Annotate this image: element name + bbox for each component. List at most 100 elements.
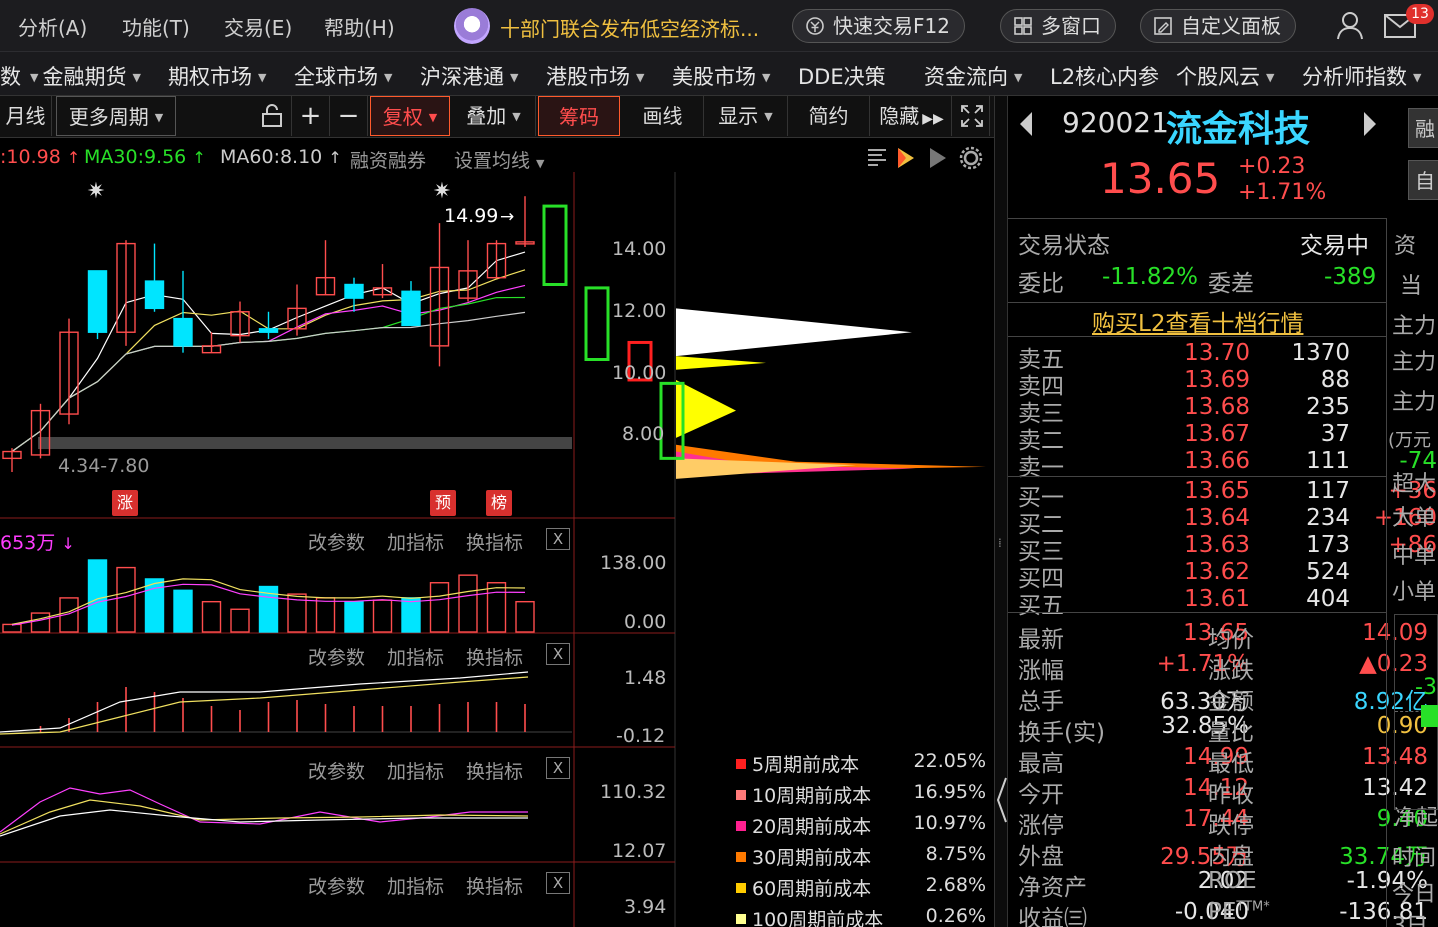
stat-label: 外盘 bbox=[1018, 844, 1064, 870]
lock-button[interactable] bbox=[252, 96, 292, 136]
collapse-arrow-icon[interactable] bbox=[996, 776, 1008, 824]
l2-link[interactable]: 购买L2查看十档行情 bbox=[1092, 304, 1303, 338]
nav-item[interactable]: 全球市场 ▼ bbox=[294, 61, 392, 91]
swap-indicator-button[interactable]: 换指标 bbox=[466, 643, 523, 670]
close-pane-button[interactable]: X bbox=[546, 757, 570, 779]
add-indicator-button[interactable]: 加指标 bbox=[387, 757, 444, 784]
volume-bar bbox=[344, 600, 364, 633]
nav-item[interactable]: 数 bbox=[0, 61, 21, 91]
fund-flow-label: 主力 bbox=[1392, 350, 1437, 375]
cost-legend-row: 30周期前成本 8.75% bbox=[736, 843, 986, 870]
nav-item[interactable]: 沪深港通 ▼ bbox=[420, 61, 518, 91]
period-button[interactable]: 月线 bbox=[0, 96, 52, 136]
book-price: 13.65 bbox=[1184, 478, 1250, 504]
robot-icon[interactable] bbox=[454, 8, 490, 44]
stat-label: 涨幅 bbox=[1018, 658, 1064, 684]
macd-signal bbox=[0, 676, 529, 735]
close-pane-button[interactable]: X bbox=[546, 643, 570, 665]
bang-badge[interactable]: 榜 bbox=[486, 490, 512, 516]
nav-item[interactable]: DDE决策 bbox=[798, 61, 886, 91]
low-label: 4.34-7.80 bbox=[58, 455, 149, 477]
net-flow-value: -35 bbox=[1415, 675, 1438, 700]
chip-tools bbox=[868, 146, 983, 170]
multi-window-button[interactable]: 多窗口 bbox=[1000, 9, 1116, 43]
book-price: 13.64 bbox=[1184, 505, 1250, 531]
nav-item[interactable]: 分析师指数 ▼ bbox=[1302, 61, 1421, 91]
nav-item[interactable]: 港股市场 ▼ bbox=[546, 61, 644, 91]
simple-button[interactable]: 简约 bbox=[788, 96, 870, 136]
stock-name[interactable]: 流金科技 bbox=[1166, 100, 1310, 152]
more-period-dropdown[interactable]: 更多周期 ▼ bbox=[56, 96, 176, 136]
custom-panel-button[interactable]: 自定义面板 bbox=[1140, 9, 1296, 43]
add-indicator-button[interactable]: 加指标 bbox=[387, 528, 444, 555]
self-select-button[interactable]: 自 bbox=[1408, 160, 1438, 200]
legend-swatch bbox=[736, 852, 746, 862]
book-volume: 173 bbox=[1306, 532, 1350, 558]
zoom-out-button[interactable]: − bbox=[330, 96, 368, 136]
panel-splitter[interactable]: ⁞ bbox=[994, 96, 1008, 927]
menu-function[interactable]: 功能(T) bbox=[122, 12, 190, 41]
ind2-tick: 110.32 bbox=[600, 781, 667, 803]
nav-item[interactable]: 个股风云 ▼ bbox=[1176, 61, 1274, 91]
fullscreen-button[interactable] bbox=[954, 96, 990, 136]
change-param-button[interactable]: 改参数 bbox=[308, 643, 365, 670]
gear-icon[interactable] bbox=[959, 146, 983, 170]
close-pane-button[interactable]: X bbox=[546, 528, 570, 550]
user-icon[interactable] bbox=[1336, 10, 1364, 40]
menu-help[interactable]: 帮助(H) bbox=[324, 12, 395, 41]
fund-flow-label: 资 bbox=[1394, 234, 1417, 259]
chip-list-icon[interactable] bbox=[868, 149, 886, 166]
swap-indicator-button[interactable]: 换指标 bbox=[466, 872, 523, 899]
nav-item[interactable]: 资金流向 ▼ bbox=[924, 61, 1022, 91]
change-param-button[interactable]: 改参数 bbox=[308, 872, 365, 899]
zoom-in-button[interactable]: + bbox=[292, 96, 330, 136]
add-indicator-button[interactable]: 加指标 bbox=[387, 643, 444, 670]
swap-indicator-button[interactable]: 换指标 bbox=[466, 528, 523, 555]
menu-bar: 分析(A) 功能(T) 交易(E) 帮助(H) 十部门联合发布低空经济标... … bbox=[0, 0, 1438, 52]
margin-link[interactable]: 融资融券 bbox=[350, 146, 426, 173]
pe-superscript: TTM* bbox=[1236, 899, 1270, 915]
fund-flow-label: 当 bbox=[1400, 274, 1423, 299]
next-stock-icon[interactable] bbox=[1362, 110, 1378, 138]
overlay-dropdown[interactable]: 叠加 ▼ bbox=[452, 96, 536, 136]
y-tick: 12.00 bbox=[612, 300, 667, 322]
nav-item[interactable]: 期权市场 ▼ bbox=[168, 61, 266, 91]
nav-item[interactable]: ▼ 金融期货 ▼ bbox=[30, 61, 141, 91]
chip-inactive-icon[interactable] bbox=[930, 148, 946, 168]
set-ma-dropdown[interactable]: 设置均线 ▼ bbox=[454, 146, 544, 173]
margin-button[interactable]: 融 bbox=[1408, 108, 1438, 148]
net-flow-bar bbox=[1421, 705, 1438, 727]
stat-label: 涨停 bbox=[1018, 813, 1064, 839]
hide-button[interactable]: 隐藏 ▶▶ bbox=[872, 96, 952, 136]
close-pane-button[interactable]: X bbox=[546, 872, 570, 894]
zhang-badge[interactable]: 涨 bbox=[112, 490, 138, 516]
yu-badge[interactable]: 预 bbox=[430, 490, 456, 516]
quick-trade-button[interactable]: 快速交易F12 bbox=[792, 9, 965, 43]
prev-stock-icon[interactable] bbox=[1018, 110, 1034, 138]
change-param-button[interactable]: 改参数 bbox=[308, 757, 365, 784]
menu-trade[interactable]: 交易(E) bbox=[224, 12, 292, 41]
fund-flow-label: 中单 bbox=[1392, 544, 1437, 569]
stat-label: 涨跌 bbox=[1208, 658, 1254, 684]
book-price: 13.70 bbox=[1184, 340, 1250, 366]
cost-legend-row: 10周期前成本 16.95% bbox=[736, 781, 986, 808]
add-indicator-button[interactable]: 加指标 bbox=[387, 872, 444, 899]
custom-panel-label: 自定义面板 bbox=[1181, 14, 1281, 38]
nav-item[interactable]: 美股市场 ▼ bbox=[672, 61, 770, 91]
grid-icon bbox=[1014, 17, 1032, 35]
swap-indicator-button[interactable]: 换指标 bbox=[466, 757, 523, 784]
chips-button[interactable]: 筹码 bbox=[538, 96, 620, 136]
draw-button[interactable]: 画线 bbox=[622, 96, 704, 136]
cost-legend-row: 5周期前成本 22.05% bbox=[736, 750, 986, 777]
change-param-button[interactable]: 改参数 bbox=[308, 528, 365, 555]
fuquan-dropdown[interactable]: 复权 ▼ bbox=[370, 96, 450, 136]
candles bbox=[2, 196, 535, 472]
nav-item[interactable]: L2核心内参 bbox=[1050, 61, 1159, 91]
news-headline[interactable]: 十部门联合发布低空经济标... bbox=[500, 13, 759, 42]
legend-label: 60周期前成本 bbox=[752, 878, 872, 900]
price-change-pct: +1.71% bbox=[1238, 180, 1327, 205]
display-dropdown[interactable]: 显示 ▼ bbox=[704, 96, 788, 136]
chip-active-icon[interactable] bbox=[898, 148, 914, 168]
menu-analysis[interactable]: 分析(A) bbox=[18, 12, 87, 41]
weicha-label: 委差 bbox=[1208, 271, 1254, 297]
